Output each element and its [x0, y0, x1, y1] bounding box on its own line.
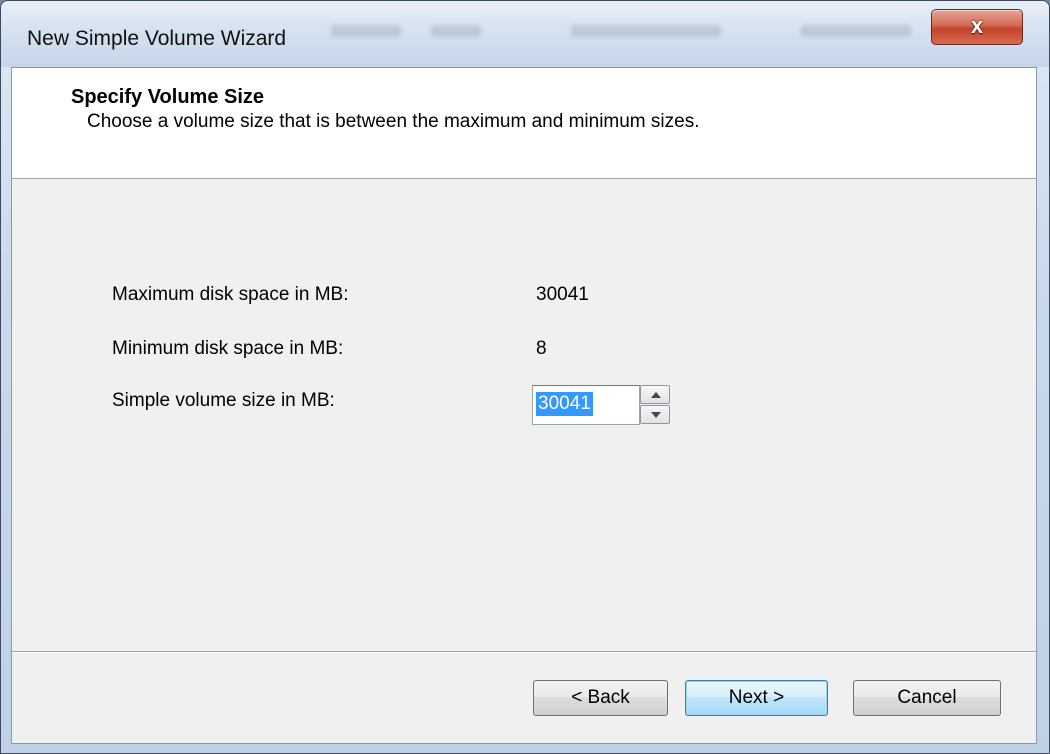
next-button[interactable]: Next > — [685, 680, 828, 716]
max-disk-space-label: Maximum disk space in MB: — [112, 284, 349, 305]
volume-size-input[interactable]: 30041 — [532, 385, 640, 425]
max-disk-space-value: 30041 — [536, 284, 589, 305]
volume-size-label: Simple volume size in MB: — [112, 390, 335, 411]
page-title: Specify Volume Size — [71, 86, 265, 108]
min-disk-space-value: 8 — [536, 338, 547, 359]
wizard-header: Specify Volume Size Choose a volume size… — [12, 68, 1036, 179]
background-blur — [331, 25, 401, 37]
background-blur — [431, 25, 481, 37]
background-blur — [571, 25, 721, 37]
volume-size-value: 30041 — [536, 392, 593, 416]
close-button[interactable]: x — [931, 9, 1023, 45]
caret-down-icon — [651, 412, 661, 418]
background-blur — [801, 25, 911, 37]
volume-size-stepper[interactable] — [640, 385, 672, 425]
close-icon: x — [970, 13, 984, 38]
caret-up-icon — [651, 392, 661, 398]
wizard-window: New Simple Volume Wizard x Specify Volum… — [0, 0, 1050, 754]
decrement-button[interactable] — [640, 405, 670, 424]
wizard-body: Specify Volume Size Choose a volume size… — [11, 67, 1037, 744]
cancel-button[interactable]: Cancel — [853, 680, 1001, 716]
title-bar[interactable]: New Simple Volume Wizard x — [1, 1, 1049, 67]
increment-button[interactable] — [640, 385, 670, 404]
page-subtitle: Choose a volume size that is between the… — [87, 111, 700, 132]
min-disk-space-label: Minimum disk space in MB: — [112, 338, 344, 359]
back-button[interactable]: < Back — [533, 680, 668, 716]
footer-divider — [12, 651, 1036, 653]
window-title: New Simple Volume Wizard — [27, 27, 287, 50]
